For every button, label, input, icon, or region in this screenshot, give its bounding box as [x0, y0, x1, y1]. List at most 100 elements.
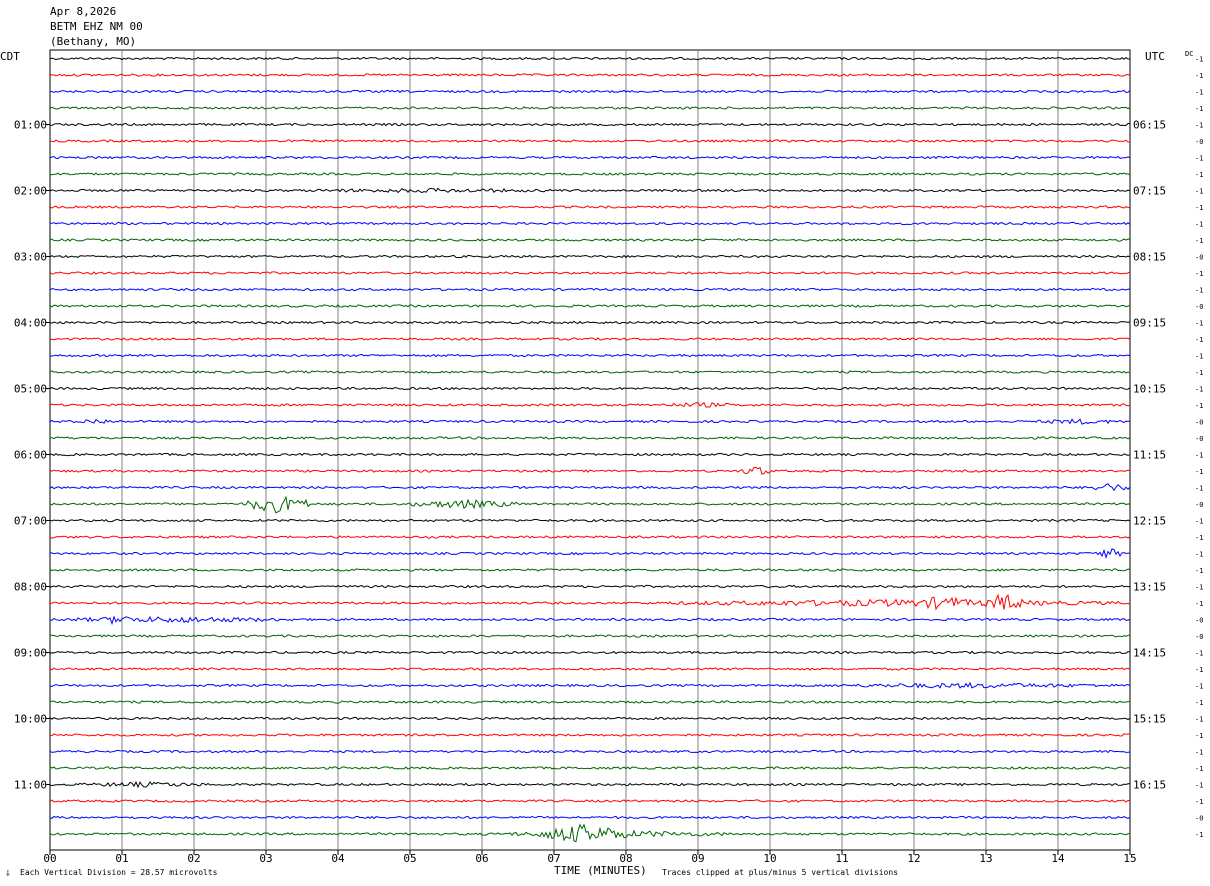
dc-offset-label: -1 [1195, 699, 1203, 707]
trace-line [49, 320, 1131, 325]
trace-line [49, 254, 1131, 259]
seismometer-icon: ⸸ [6, 869, 10, 878]
dc-offset-label: -1 [1195, 782, 1203, 790]
trace-line [49, 634, 1131, 638]
trace-line [49, 483, 1131, 492]
trace-line [49, 139, 1131, 143]
right-hour-label: 13:15 [1133, 581, 1166, 594]
trace-line [49, 122, 1131, 127]
dc-offset-label: -1 [1195, 56, 1203, 64]
dc-offset-label: -1 [1195, 452, 1203, 460]
dc-offset-label: -1 [1195, 188, 1203, 196]
dc-offset-label: -1 [1195, 402, 1203, 410]
dc-offset-label: -0 [1195, 303, 1203, 311]
dc-offset-label: -1 [1195, 485, 1203, 493]
trace-line [49, 221, 1131, 226]
trace-line [49, 106, 1131, 110]
dc-offset-label: -0 [1195, 138, 1203, 146]
trace-line [49, 548, 1131, 559]
left-hour-label: 01:00 [14, 119, 47, 132]
helicorder-plot: 00 01 02 03 04 05 06 07 08 09 10 11 12 13 14 15-1-1-1-1… [14, 49, 1203, 865]
dc-offset-label: -1 [1195, 386, 1203, 394]
trace-line [49, 436, 1131, 440]
scale-note: Each Vertical Division = 28.57 microvolt… [20, 868, 218, 877]
dc-offset-label: -1 [1195, 369, 1203, 377]
trace-line [49, 353, 1131, 358]
x-axis-label: TIME (MINUTES) [554, 864, 647, 877]
trace-line [49, 815, 1131, 820]
right-hour-label: 10:15 [1133, 383, 1166, 396]
dc-offset-label: -1 [1195, 287, 1203, 295]
dc-offset-label: -1 [1195, 732, 1203, 740]
right-hour-label: 08:15 [1133, 251, 1166, 264]
trace-line [49, 518, 1131, 523]
dc-header-label: DC [1185, 50, 1193, 58]
x-tick-label: 06 [475, 852, 488, 865]
dc-offset-label: -0 [1195, 501, 1203, 509]
left-hour-label: 04:00 [14, 317, 47, 330]
dc-offset-label: -1 [1195, 204, 1203, 212]
right-hour-label: 16:15 [1133, 779, 1166, 792]
right-hour-label: 14:15 [1133, 647, 1166, 660]
trace-line [49, 89, 1131, 94]
trace-line [49, 418, 1131, 425]
trace-line [49, 495, 1131, 514]
right-hour-label: 15:15 [1133, 713, 1166, 726]
dc-offset-label: -1 [1195, 683, 1203, 691]
trace-line [49, 716, 1131, 721]
dc-offset-label: -0 [1195, 254, 1203, 262]
trace-line [49, 466, 1131, 475]
dc-offset-label: -1 [1195, 666, 1203, 674]
dc-offset-label: -1 [1195, 320, 1203, 328]
trace-line [49, 271, 1131, 275]
trace-line [49, 823, 1131, 843]
dc-offset-label: -1 [1195, 551, 1203, 559]
left-hour-label: 02:00 [14, 185, 47, 198]
dc-offset-label: -1 [1195, 765, 1203, 773]
left-hour-label: 11:00 [14, 779, 47, 792]
dc-offset-label: -1 [1195, 600, 1203, 608]
x-tick-label: 04 [331, 852, 345, 865]
trace-line [49, 799, 1131, 803]
dc-offset-label: -1 [1195, 171, 1203, 179]
dc-offset-label: -1 [1195, 534, 1203, 542]
trace-line [49, 667, 1131, 671]
trace-line [49, 56, 1131, 61]
dc-offset-label: -1 [1195, 72, 1203, 80]
dc-offset-label: -1 [1195, 336, 1203, 344]
x-tick-label: 03 [259, 852, 272, 865]
x-tick-label: 09 [691, 852, 704, 865]
dc-offset-label: -1 [1195, 237, 1203, 245]
dc-offset-label: -0 [1195, 419, 1203, 427]
trace-line [49, 749, 1131, 754]
x-tick-label: 01 [115, 852, 128, 865]
trace-line [49, 780, 1131, 789]
dc-offset-label: -1 [1195, 468, 1203, 476]
dc-offset-label: -1 [1195, 584, 1203, 592]
trace-line [49, 155, 1131, 160]
trace-line [49, 205, 1130, 209]
right-hour-label: 11:15 [1133, 449, 1166, 462]
dc-offset-label: -1 [1195, 749, 1203, 757]
trace-line [49, 584, 1131, 589]
trace-line [49, 615, 1131, 626]
dc-offset-label: -1 [1195, 89, 1203, 97]
dc-offset-label: -0 [1195, 435, 1203, 443]
dc-offset-label: -1 [1195, 155, 1203, 163]
dc-offset-label: -1 [1195, 122, 1203, 130]
trace-line [49, 287, 1131, 292]
left-hour-label: 05:00 [14, 383, 47, 396]
dc-offset-label: -1 [1195, 270, 1203, 278]
trace-line [49, 650, 1131, 655]
left-hour-label: 06:00 [14, 449, 47, 462]
left-hour-label: 10:00 [14, 713, 47, 726]
trace-line [49, 593, 1131, 611]
dc-offset-label: -1 [1195, 353, 1203, 361]
right-hour-label: 09:15 [1133, 317, 1166, 330]
dc-offset-label: -1 [1195, 567, 1203, 575]
plot-frame [49, 49, 1131, 851]
right-hour-label: 12:15 [1133, 515, 1166, 528]
trace-line [49, 568, 1131, 572]
trace-line [49, 700, 1130, 704]
trace-line [49, 766, 1131, 770]
